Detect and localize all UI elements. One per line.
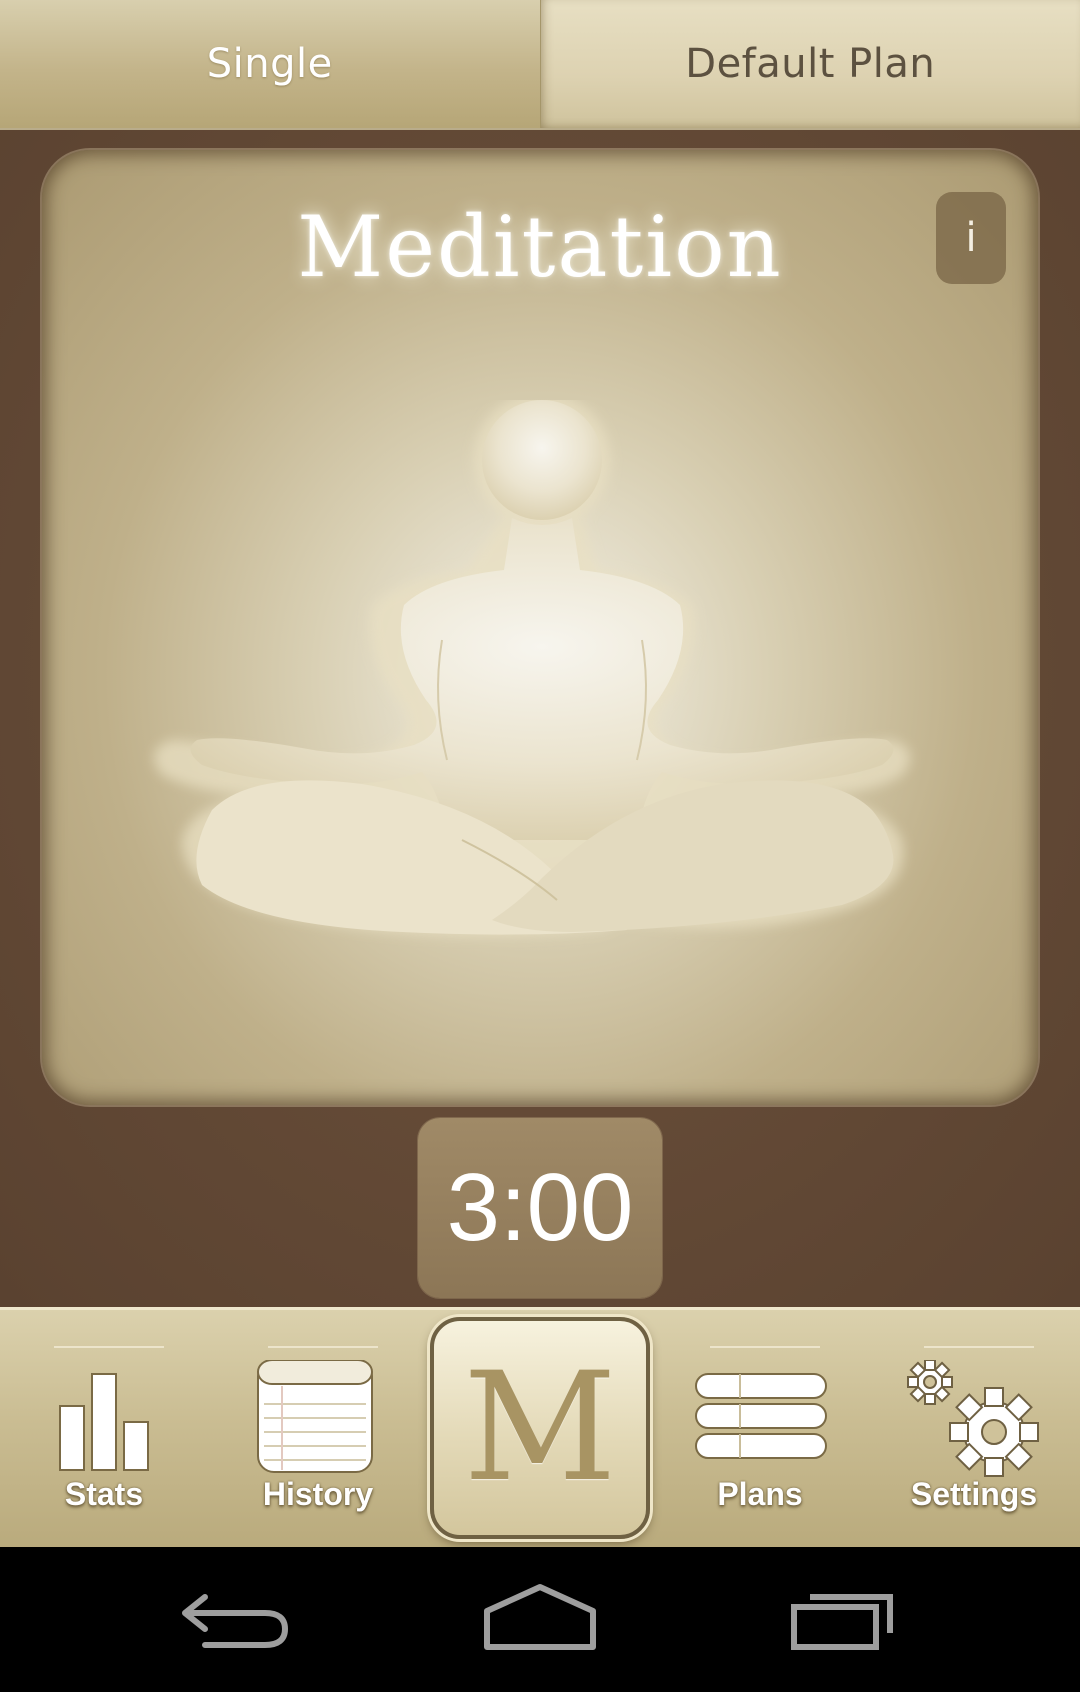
info-button-label: i (965, 215, 977, 261)
tab-single[interactable]: Single (0, 0, 541, 128)
list-icon (695, 1373, 827, 1459)
recents-icon[interactable] (780, 1577, 910, 1657)
nav-history-label: History (262, 1476, 374, 1512)
tab-single-label: Single (206, 41, 333, 87)
meditate-button[interactable]: M (430, 1317, 650, 1539)
bar-chart-icon (59, 1373, 149, 1471)
nav-history[interactable]: History (218, 1310, 418, 1550)
main-area: Meditation i 3:00 (0, 130, 1080, 1307)
nav-divider (54, 1346, 164, 1348)
nav-settings-label: Settings (910, 1476, 1038, 1512)
home-icon[interactable] (475, 1577, 605, 1657)
nav-stats[interactable]: Stats (4, 1310, 204, 1550)
back-icon[interactable] (175, 1577, 305, 1657)
bottom-nav-bar: Stats History M Plans Settings (0, 1307, 1080, 1550)
meditating-figure-icon (154, 400, 910, 936)
notepad-icon (257, 1360, 373, 1473)
nav-divider (268, 1346, 378, 1348)
nav-divider (710, 1346, 820, 1348)
meditation-card: Meditation i (42, 150, 1038, 1105)
gear-icon (907, 1360, 1039, 1477)
nav-settings[interactable]: Settings (874, 1310, 1074, 1550)
top-tab-bar: Single Default Plan (0, 0, 1080, 130)
nav-divider (924, 1346, 1034, 1348)
info-button[interactable]: i (936, 192, 1006, 284)
meditate-letter: M (463, 1341, 617, 1515)
system-nav-bar (0, 1547, 1080, 1692)
tab-default-plan[interactable]: Default Plan (540, 0, 1080, 128)
timer-value: 3:00 (446, 1154, 634, 1261)
nav-stats-label: Stats (64, 1476, 144, 1512)
nav-plans[interactable]: Plans (660, 1310, 860, 1550)
nav-plans-label: Plans (717, 1476, 803, 1512)
timer-display[interactable]: 3:00 (418, 1118, 662, 1298)
tab-default-plan-label: Default Plan (685, 41, 936, 87)
card-title: Meditation (297, 198, 783, 296)
